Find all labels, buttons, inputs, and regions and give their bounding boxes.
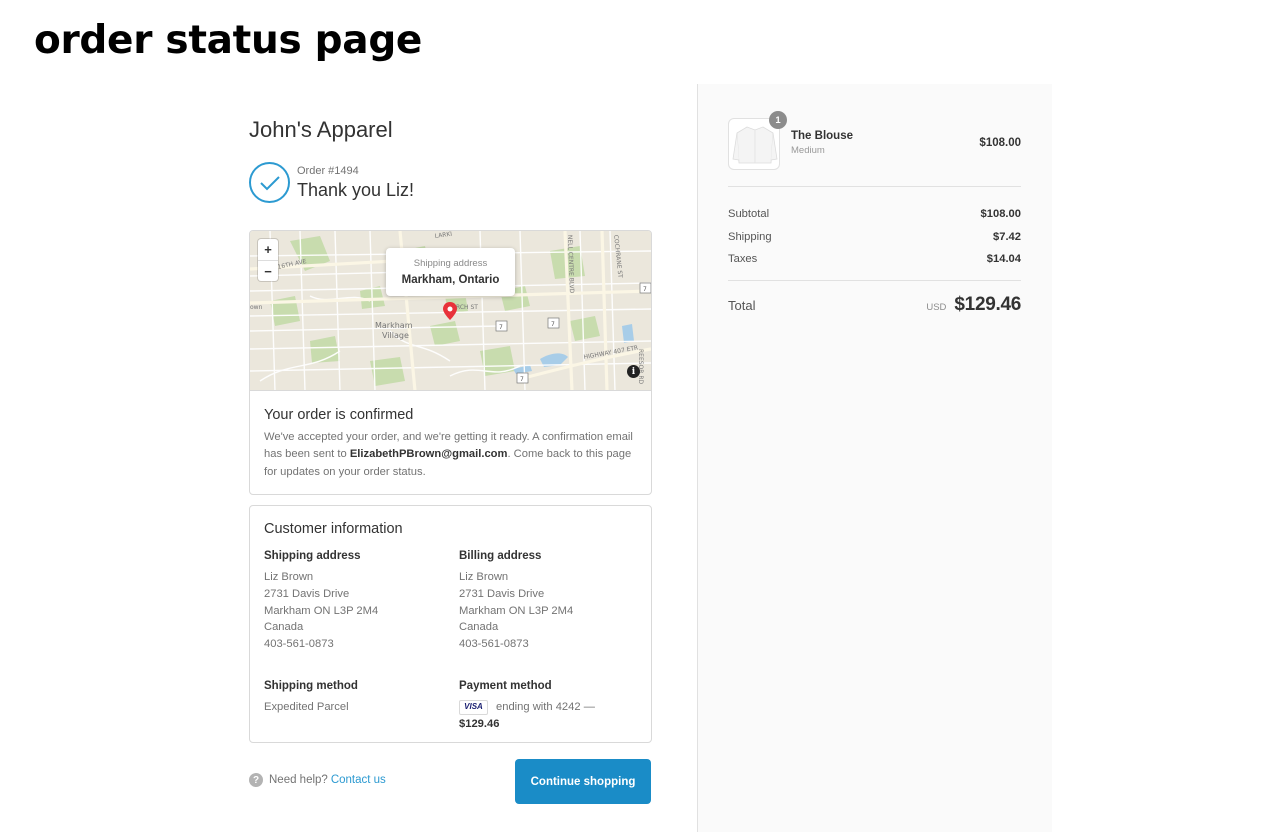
total-label: Total: [728, 297, 756, 313]
product-name: The Blouse: [791, 130, 853, 142]
zoom-out-button[interactable]: −: [258, 260, 278, 281]
product-variant: Medium: [791, 145, 825, 156]
payment-method-block: Payment method VISA ending with 4242 — $…: [459, 678, 639, 732]
shipping-address-heading: Shipping address: [264, 550, 361, 562]
billing-address-line: 403-561-0873: [459, 638, 529, 651]
shipping-row: Shipping $7.42: [728, 226, 1021, 249]
map-route-7: 7: [520, 376, 524, 383]
help-row: ? Need help? Contact us: [249, 773, 386, 787]
order-header: Order #1494 Thank you Liz!: [249, 162, 414, 203]
total-row: Total USD $129.46: [728, 294, 1021, 316]
shipping-value: $7.42: [993, 230, 1021, 243]
shop-name[interactable]: John's Apparel: [249, 117, 393, 143]
help-text: Need help?: [269, 774, 328, 786]
customer-info-title: Customer information: [264, 521, 403, 537]
map-address-popup: Shipping address Markham, Ontario: [386, 248, 515, 296]
continue-shopping-button[interactable]: Continue shopping: [515, 759, 651, 804]
line-item: 1 The Blouse Medium $108.00: [728, 111, 1021, 170]
payment-amount: $129.46: [459, 718, 500, 730]
map-label-village: Village: [382, 331, 409, 340]
map-label-town: own: [250, 304, 263, 311]
summary-divider: [728, 280, 1021, 281]
confirmation-text: We've accepted your order, and we're get…: [264, 431, 633, 478]
check-icon: [249, 162, 290, 203]
map-pin-icon: [443, 302, 457, 325]
shipping-address-block: Shipping address Liz Brown 2731 Davis Dr…: [264, 548, 444, 653]
map-route-7: 7: [499, 324, 503, 331]
summary-divider: [728, 186, 1021, 187]
map-route-7: 7: [551, 321, 555, 328]
card-ending-text: ending with 4242 —: [496, 701, 595, 713]
zoom-in-button[interactable]: +: [258, 239, 278, 260]
shipping-method-value: Expedited Parcel: [264, 701, 349, 713]
subtotal-label: Subtotal: [728, 208, 770, 220]
taxes-value: $14.04: [986, 253, 1021, 266]
shipping-address-line: 2731 Davis Drive: [264, 587, 350, 600]
contact-us-link[interactable]: Contact us: [331, 774, 386, 786]
question-icon: ?: [249, 773, 263, 787]
shipping-method-heading: Shipping method: [264, 680, 358, 692]
subtotal-row: Subtotal $108.00: [728, 203, 1021, 226]
quantity-badge: 1: [769, 111, 787, 129]
order-number: Order #1494: [297, 164, 359, 177]
shipping-map[interactable]: 16TH AVE LARKI RCH ST NELL CENTRE BLVD C…: [250, 231, 651, 391]
billing-address-line: 2731 Davis Drive: [459, 587, 545, 600]
map-route-7: 7: [643, 286, 647, 293]
product-price: $108.00: [979, 137, 1021, 149]
billing-address-line: Liz Brown: [459, 571, 509, 583]
order-confirmed-card: 16TH AVE LARKI RCH ST NELL CENTRE BLVD C…: [249, 230, 652, 495]
billing-address-block: Billing address Liz Brown 2731 Davis Dri…: [459, 548, 639, 653]
total-value: $129.46: [954, 294, 1021, 315]
shipping-address-line: Liz Brown: [264, 571, 314, 583]
map-popup-city: Markham, Ontario: [401, 274, 500, 286]
billing-address-line: Markham ON L3P 2M4: [459, 604, 574, 617]
map-info-icon[interactable]: i: [627, 365, 640, 378]
thank-you-heading: Thank you Liz!: [297, 179, 415, 200]
billing-address-heading: Billing address: [459, 550, 542, 562]
shipping-address-line: 403-561-0873: [264, 638, 334, 651]
shipping-label: Shipping: [728, 230, 772, 243]
map-popup-label: Shipping address: [413, 258, 488, 269]
customer-information-card: Customer information Shipping address Li…: [249, 505, 652, 743]
taxes-label: Taxes: [728, 253, 758, 266]
currency-code: USD: [926, 302, 947, 313]
confirmation-email: ElizabethPBrown@gmail.com: [349, 448, 508, 461]
totals-breakdown: Subtotal $108.00 Shipping $7.42 Taxes $1…: [728, 203, 1021, 271]
confirmation-title: Your order is confirmed: [264, 407, 414, 423]
map-label-markham: Markham: [375, 321, 413, 330]
taxes-row: Taxes $14.04: [728, 248, 1021, 271]
billing-address-line: Canada: [459, 621, 499, 634]
shipping-method-block: Shipping method Expedited Parcel: [264, 678, 444, 716]
order-summary-panel: [697, 84, 1052, 832]
subtotal-value: $108.00: [980, 208, 1021, 220]
page-heading: order status page: [34, 18, 423, 63]
visa-card-icon: VISA: [459, 699, 488, 715]
map-label-church-st: RCH ST: [456, 304, 478, 311]
shipping-address-line: Canada: [264, 621, 304, 634]
payment-method-heading: Payment method: [459, 680, 552, 692]
shipping-address-line: Markham ON L3P 2M4: [264, 604, 379, 617]
map-zoom-controls: + −: [258, 239, 278, 281]
